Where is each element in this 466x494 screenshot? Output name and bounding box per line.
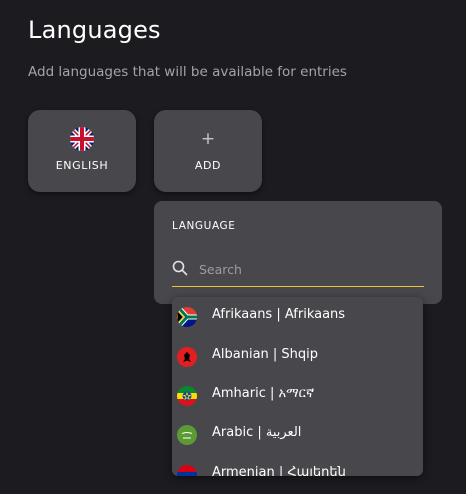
page-title: Languages xyxy=(28,16,161,44)
language-picker-panel: LANGUAGE xyxy=(154,201,442,304)
language-option-label: Arabic | العربية xyxy=(212,425,302,440)
plus-icon: + xyxy=(200,129,216,149)
language-option-armenian[interactable]: Armenian | Հայերեն xyxy=(172,455,423,476)
search-icon xyxy=(172,260,188,276)
language-options-list[interactable]: Afrikaans | Afrikaans Albanian | Shqip A… xyxy=(172,297,423,476)
saudi-arabia-flag-icon xyxy=(177,425,197,445)
south-africa-flag-icon xyxy=(177,307,197,327)
language-option-label: Armenian | Հայերեն xyxy=(212,465,346,476)
language-option-amharic[interactable]: Amharic | አማርኛ xyxy=(172,376,423,416)
language-search-field xyxy=(172,253,424,287)
armenia-flag-icon xyxy=(177,465,197,476)
language-option-albanian[interactable]: Albanian | Shqip xyxy=(172,337,423,377)
page-subtitle: Add languages that will be available for… xyxy=(28,64,347,80)
language-option-label: Afrikaans | Afrikaans xyxy=(212,307,346,322)
add-language-button[interactable]: + ADD xyxy=(154,110,262,192)
language-option-afrikaans[interactable]: Afrikaans | Afrikaans xyxy=(172,297,423,337)
albania-flag-icon xyxy=(177,347,197,367)
uk-flag-icon xyxy=(70,127,94,151)
language-card-label: ENGLISH xyxy=(55,159,109,172)
add-language-label: ADD xyxy=(194,159,222,172)
language-option-arabic[interactable]: Arabic | العربية xyxy=(172,415,423,455)
language-option-label: Amharic | አማርኛ xyxy=(212,386,315,401)
ethiopia-flag-icon xyxy=(177,386,197,406)
language-search-input[interactable] xyxy=(199,259,419,279)
language-card-english[interactable]: ENGLISH xyxy=(28,110,136,192)
language-option-label: Albanian | Shqip xyxy=(212,347,319,362)
language-field-label: LANGUAGE xyxy=(172,220,236,232)
